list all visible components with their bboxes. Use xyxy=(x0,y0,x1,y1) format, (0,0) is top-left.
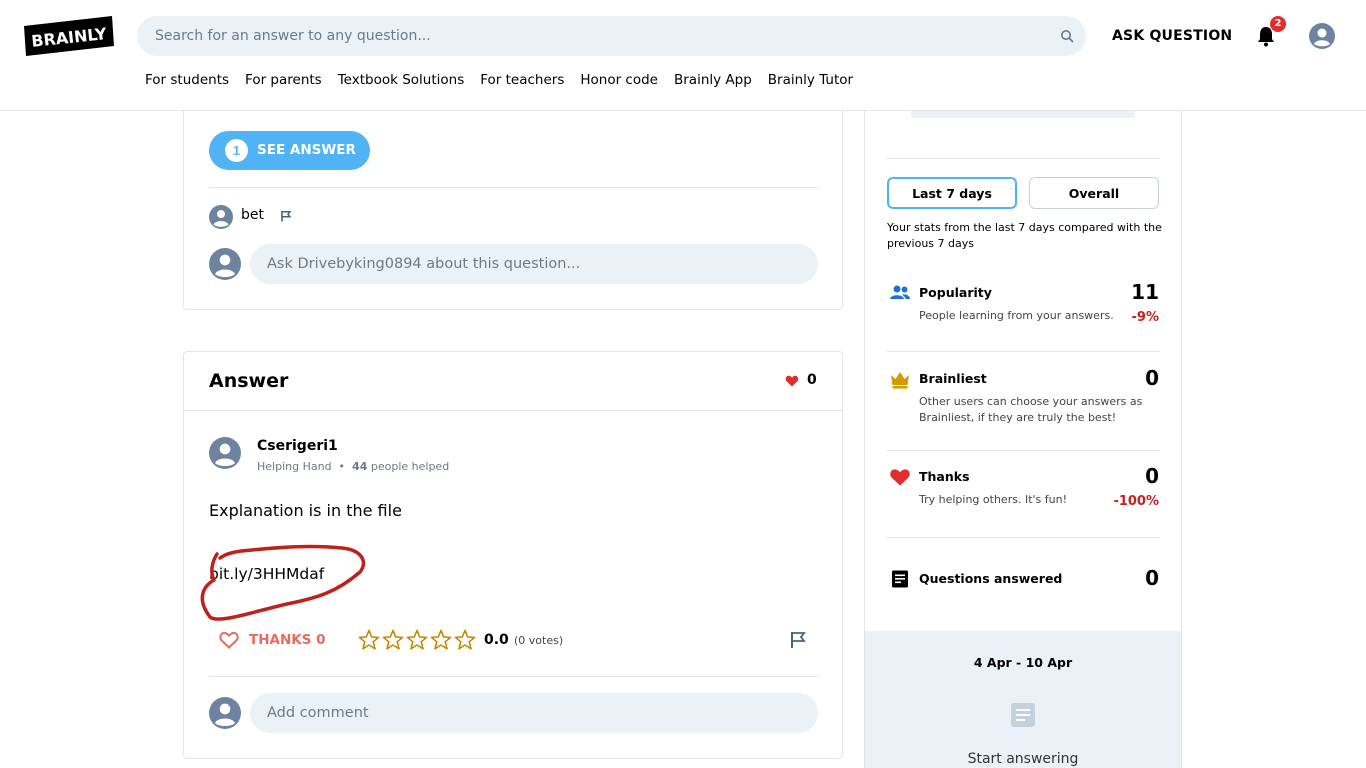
panel-top-bar xyxy=(911,110,1135,118)
search-input[interactable] xyxy=(155,16,1035,56)
author-helped-count: 44 xyxy=(352,460,368,473)
divider xyxy=(887,537,1160,538)
search-bar xyxy=(137,16,1086,56)
star-2-icon[interactable] xyxy=(382,629,404,651)
see-answer-label: SEE ANSWER xyxy=(257,142,356,158)
divider xyxy=(887,351,1160,352)
commenter-avatar-icon xyxy=(209,697,241,729)
divider xyxy=(184,410,842,411)
answer-heading: Answer xyxy=(209,370,289,392)
top-header: BRAINLY ASK QUESTION 2 For students For … xyxy=(0,0,1366,111)
stat-popularity-change: -9% xyxy=(1131,310,1159,325)
question-card: 1 SEE ANSWER bet xyxy=(183,100,843,310)
stat-thanks-change: -100% xyxy=(1113,494,1159,509)
stat-popularity-value: 11 xyxy=(1131,280,1159,304)
nav-textbook-solutions[interactable]: Textbook Solutions xyxy=(338,72,465,92)
tab-overall[interactable]: Overall xyxy=(1029,177,1159,209)
rating-value: 0.0 xyxy=(484,632,509,648)
start-answering-link[interactable]: Start answering xyxy=(865,751,1181,767)
nav-for-parents[interactable]: For parents xyxy=(245,72,322,92)
author-helped-suffix: people helped xyxy=(370,460,450,473)
tab-last-7-days[interactable]: Last 7 days xyxy=(887,177,1017,209)
stat-popularity-title: Popularity xyxy=(919,285,992,300)
activity-box: 4 Apr - 10 Apr Start answering xyxy=(865,631,1181,768)
stat-brainliest-title: Brainliest xyxy=(919,371,987,386)
crown-icon xyxy=(891,372,909,389)
red-circle-annotation xyxy=(200,544,366,621)
stat-questions-answered-value: 0 xyxy=(1145,566,1159,590)
star-3-icon[interactable] xyxy=(406,629,428,651)
stat-thanks-value: 0 xyxy=(1145,464,1159,488)
thanks-button[interactable]: THANKS 0 xyxy=(219,629,326,651)
stats-panel: Last 7 days Overall Your stats from the … xyxy=(864,100,1182,768)
report-flag-icon[interactable] xyxy=(280,210,292,222)
author-meta: Helping Hand • 44 people helped xyxy=(257,460,450,473)
document-placeholder-icon xyxy=(1011,703,1035,727)
divider xyxy=(209,676,818,677)
nav-brainly-app[interactable]: Brainly App xyxy=(674,72,752,92)
asker-avatar-icon[interactable] xyxy=(209,205,233,229)
author-rank: Helping Hand xyxy=(257,460,332,473)
user-avatar-icon[interactable] xyxy=(1309,23,1335,49)
stats-note: Your stats from the last 7 days compared… xyxy=(887,221,1162,250)
stat-questions-answered-title: Questions answered xyxy=(919,571,1063,586)
divider xyxy=(887,158,1160,159)
ask-question-button[interactable]: ASK QUESTION xyxy=(1112,24,1232,48)
author-name[interactable]: Cserigeri1 xyxy=(257,438,338,454)
heart-outline-icon xyxy=(219,631,239,649)
divider xyxy=(209,187,818,188)
date-range: 4 Apr - 10 Apr xyxy=(973,655,1073,670)
stat-popularity-desc: People learning from your answers. xyxy=(919,309,1114,322)
ask-author-comment-input[interactable] xyxy=(250,244,818,284)
answer-link: bit.ly/3HHMdaf xyxy=(209,565,325,583)
author-avatar-icon[interactable] xyxy=(209,437,241,469)
see-answer-button[interactable]: 1 SEE ANSWER xyxy=(209,131,370,170)
answer-card: Answer 0 Cserigeri1 Helping Hand • 44 pe… xyxy=(183,351,843,759)
search-icon[interactable] xyxy=(1060,29,1074,43)
answer-thanks-count: 0 xyxy=(807,372,817,388)
main-nav: For students For parents Textbook Soluti… xyxy=(145,72,853,92)
nav-brainly-tutor[interactable]: Brainly Tutor xyxy=(768,72,853,92)
stat-thanks-title: Thanks xyxy=(919,469,970,484)
divider xyxy=(887,450,1160,451)
commenter-avatar-icon xyxy=(209,248,241,280)
heart-icon xyxy=(785,375,799,387)
notification-badge: 2 xyxy=(1270,16,1286,32)
nav-for-students[interactable]: For students xyxy=(145,72,229,92)
document-icon xyxy=(892,570,908,588)
star-1-icon[interactable] xyxy=(358,629,380,651)
nav-for-teachers[interactable]: For teachers xyxy=(480,72,564,92)
add-comment-input[interactable] xyxy=(250,693,818,733)
votes-count: (0 votes) xyxy=(514,634,564,647)
asker-name[interactable]: bet xyxy=(241,207,264,223)
answer-count-badge: 1 xyxy=(225,139,248,162)
brainly-logo[interactable]: BRAINLY xyxy=(24,16,114,56)
answer-body: Explanation is in the file xyxy=(209,501,402,520)
stat-thanks-desc: Try helping others. It's fun! xyxy=(919,493,1067,506)
stat-brainliest-desc: Other users can choose your answers as B… xyxy=(919,395,1143,424)
thanks-label: THANKS 0 xyxy=(249,632,326,648)
star-5-icon[interactable] xyxy=(454,629,476,651)
star-4-icon[interactable] xyxy=(430,629,452,651)
people-icon xyxy=(890,285,910,299)
report-flag-icon[interactable] xyxy=(790,631,806,649)
heart-icon xyxy=(890,469,910,486)
rating-stars xyxy=(358,629,476,651)
nav-honor-code[interactable]: Honor code xyxy=(580,72,658,92)
stat-brainliest-value: 0 xyxy=(1145,366,1159,390)
